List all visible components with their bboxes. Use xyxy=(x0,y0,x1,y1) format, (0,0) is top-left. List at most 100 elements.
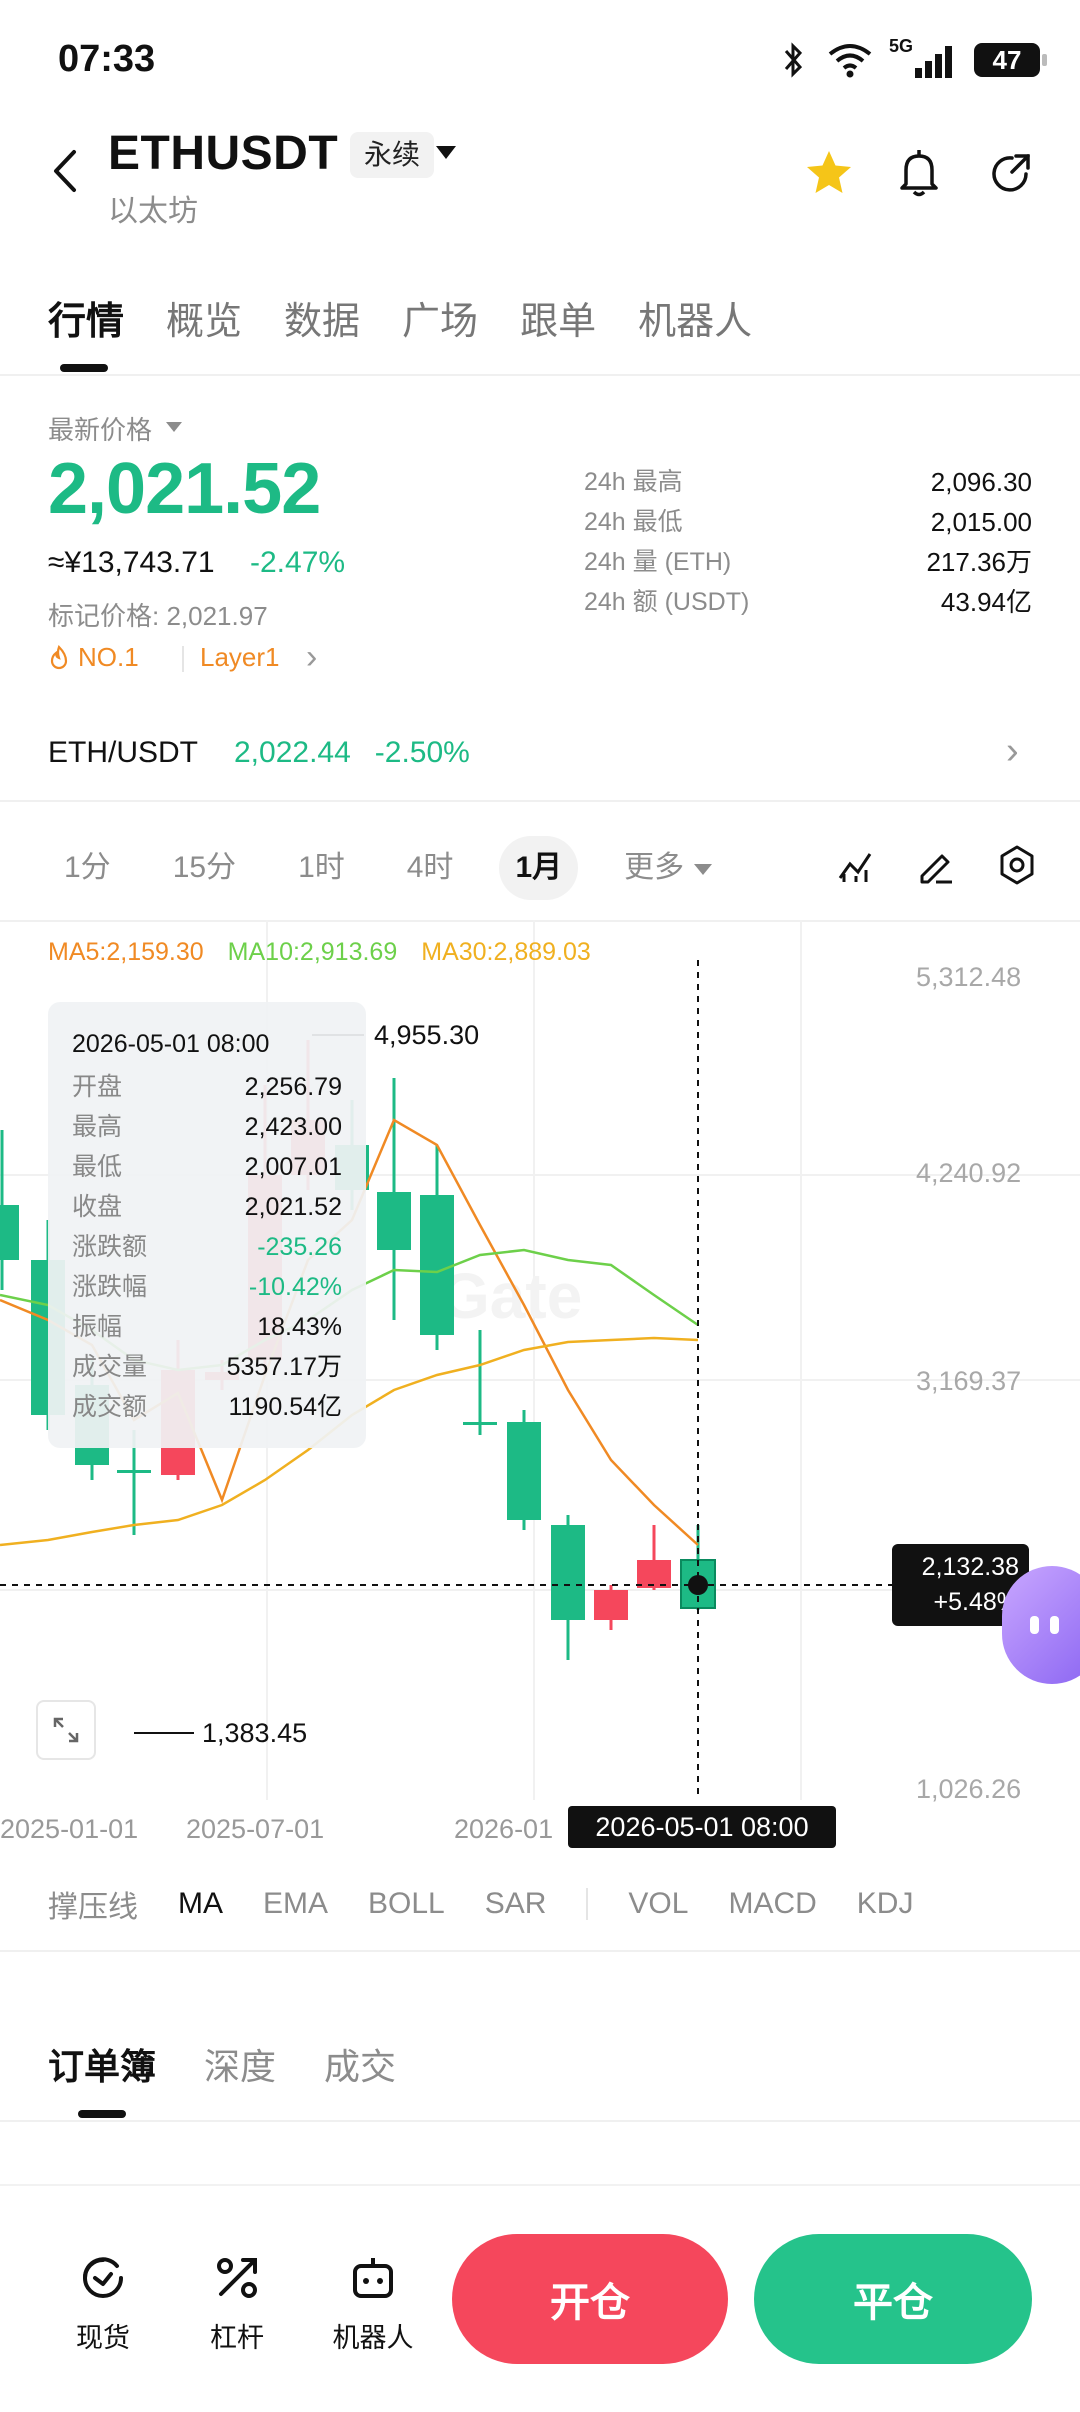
interval-1mo[interactable]: 1月 xyxy=(499,836,579,900)
bot-shortcut[interactable]: 机器人 xyxy=(318,2250,428,2355)
tab-trades[interactable]: 成交 xyxy=(324,2038,396,2090)
chevron-right-icon[interactable]: › xyxy=(306,638,317,677)
assistant-float-button[interactable] xyxy=(1002,1566,1080,1684)
tab-copy-trade[interactable]: 跟单 xyxy=(520,290,596,345)
stat-row: 24h 最低 2,015.00 xyxy=(584,502,1032,542)
tab-data[interactable]: 数据 xyxy=(284,290,360,345)
notification-bell-icon[interactable] xyxy=(896,148,942,198)
stat-row: 24h 量 (ETH) 217.36万 xyxy=(584,542,1032,582)
tooltip-label: 收盘 xyxy=(72,1193,123,1221)
status-time: 07:33 xyxy=(58,38,156,80)
price-type-caret-icon[interactable] xyxy=(166,422,182,432)
candle-body xyxy=(0,1205,19,1260)
tooltip-row: 涨跌额 -235.26 xyxy=(72,1227,342,1267)
leverage-icon xyxy=(217,2258,257,2298)
indicator-ma[interactable]: MA xyxy=(178,1887,223,1921)
stat-value: 217.36万 xyxy=(926,547,1032,577)
tooltip-value: -235.26 xyxy=(257,1233,342,1261)
candle-body xyxy=(117,1470,151,1473)
y-tick-label: 5,312.48 xyxy=(916,962,1022,992)
indicator-sar[interactable]: SAR xyxy=(485,1887,547,1921)
tab-square[interactable]: 广场 xyxy=(402,290,478,345)
tab-depth[interactable]: 深度 xyxy=(204,2038,276,2090)
tooltip-row: 最低 2,007.01 xyxy=(72,1147,342,1187)
indicator-boll[interactable]: BOLL xyxy=(368,1887,445,1921)
price-change-percent: -2.47% xyxy=(250,546,346,579)
tooltip-label: 成交量 xyxy=(72,1353,148,1381)
tooltip-row: 成交量 5357.17万 xyxy=(72,1347,342,1387)
close-position-button[interactable]: 平仓 xyxy=(754,2234,1032,2364)
spot-price: 2,022.44 xyxy=(234,736,351,769)
robot-icon xyxy=(353,2258,393,2298)
spot-market-row[interactable]: ETH/USDT 2,022.44 -2.50% xyxy=(48,736,470,770)
stat-row: 24h 最高 2,096.30 xyxy=(584,462,1032,502)
tooltip-value: 2,256.79 xyxy=(244,1073,342,1101)
tooltip-label: 最高 xyxy=(72,1113,123,1141)
indicator-kdj[interactable]: KDJ xyxy=(857,1887,914,1921)
stat-label: 24h 最低 xyxy=(584,508,683,536)
tooltip-label: 开盘 xyxy=(72,1073,123,1101)
spot-shortcut[interactable]: 现货 xyxy=(48,2250,158,2355)
indicator-ema[interactable]: EMA xyxy=(263,1887,328,1921)
x-tick-label: 2025-07-01 xyxy=(186,1814,325,1844)
tooltip-label: 最低 xyxy=(72,1153,123,1181)
indicator-support-resistance[interactable]: 撑压线 xyxy=(48,1882,138,1926)
tooltip-date: 2026-05-01 08:00 xyxy=(72,1030,270,1058)
interval-1m[interactable]: 1分 xyxy=(48,836,127,900)
chart-settings-icon[interactable] xyxy=(996,844,1038,886)
indicator-icon[interactable] xyxy=(836,846,876,886)
assistant-face-icon xyxy=(1030,1616,1059,1634)
leverage-shortcut[interactable]: 杠杆 xyxy=(182,2250,292,2355)
expand-chart-button[interactable] xyxy=(36,1700,96,1760)
interval-1h[interactable]: 1时 xyxy=(282,836,361,900)
tooltip-row: 开盘 2,256.79 xyxy=(72,1067,342,1107)
candle-tooltip: 2026-05-01 08:00 开盘 2,256.79 最高 2,423.00 最… xyxy=(48,1002,366,1448)
stat-row: 24h 额 (USDT) 43.94亿 xyxy=(584,582,1032,622)
tab-orderbook[interactable]: 订单簿 xyxy=(48,2038,156,2090)
tab-market[interactable]: 行情 xyxy=(48,290,124,345)
interval-15m[interactable]: 15分 xyxy=(157,836,252,900)
candle-body xyxy=(551,1525,585,1620)
tab-bots[interactable]: 机器人 xyxy=(638,290,752,345)
pair-title[interactable]: ETHUSDT xyxy=(108,126,338,181)
tooltip-value: -10.42% xyxy=(248,1273,342,1301)
rank-tag[interactable]: NO.1 xyxy=(48,642,139,673)
tooltip-value: 2,021.52 xyxy=(244,1193,342,1221)
active-tab-indicator xyxy=(60,364,108,372)
tag-separator xyxy=(182,646,184,672)
ma-legend: MA5:2,159.30 MA10:2,913.69 MA30:2,889.03 xyxy=(48,938,591,967)
y-tick-label: 4,240.92 xyxy=(916,1158,1022,1188)
last-price: 2,021.52 xyxy=(48,449,321,529)
back-arrow-icon[interactable] xyxy=(46,146,86,196)
wifi-icon xyxy=(828,44,872,78)
tooltip-label: 涨跌额 xyxy=(72,1233,148,1261)
expand-icon xyxy=(53,1717,79,1743)
cellular-5g-icon: 5G xyxy=(889,36,952,78)
stat-value: 2,015.00 xyxy=(930,507,1032,537)
tooltip-label: 成交额 xyxy=(72,1393,148,1421)
tab-overview[interactable]: 概览 xyxy=(166,290,242,345)
favorite-star-icon[interactable] xyxy=(804,148,854,198)
interval-4h[interactable]: 4时 xyxy=(391,836,470,900)
candle-body xyxy=(463,1422,497,1425)
candle-body xyxy=(420,1195,454,1335)
sector-tag[interactable]: Layer1 xyxy=(200,642,280,673)
indicator-vol[interactable]: VOL xyxy=(628,1887,688,1921)
leverage-label: 杠杆 xyxy=(210,2323,264,2353)
contract-type-badge[interactable]: 永续 xyxy=(350,132,435,178)
open-position-button[interactable]: 开仓 xyxy=(452,2234,728,2364)
tooltip-value: 2,423.00 xyxy=(244,1113,342,1141)
share-icon[interactable] xyxy=(988,150,1034,196)
tooltip-value: 1190.54亿 xyxy=(228,1393,342,1421)
chevron-right-icon[interactable]: › xyxy=(1006,730,1019,773)
tooltip-value: 2,007.01 xyxy=(244,1153,342,1181)
last-price-label[interactable]: 最新价格 xyxy=(48,410,152,447)
contract-dropdown-caret-icon[interactable] xyxy=(436,146,456,159)
indicator-macd[interactable]: MACD xyxy=(728,1887,816,1921)
interval-more[interactable]: 更多 xyxy=(608,836,728,900)
candle-body xyxy=(594,1590,628,1620)
crosshair-time-label: 2026-05-01 08:00 xyxy=(568,1806,836,1848)
draw-tool-icon[interactable] xyxy=(916,846,956,886)
tooltip-row: 收盘 2,021.52 xyxy=(72,1187,342,1227)
stat-label: 24h 额 (USDT) xyxy=(584,588,750,616)
